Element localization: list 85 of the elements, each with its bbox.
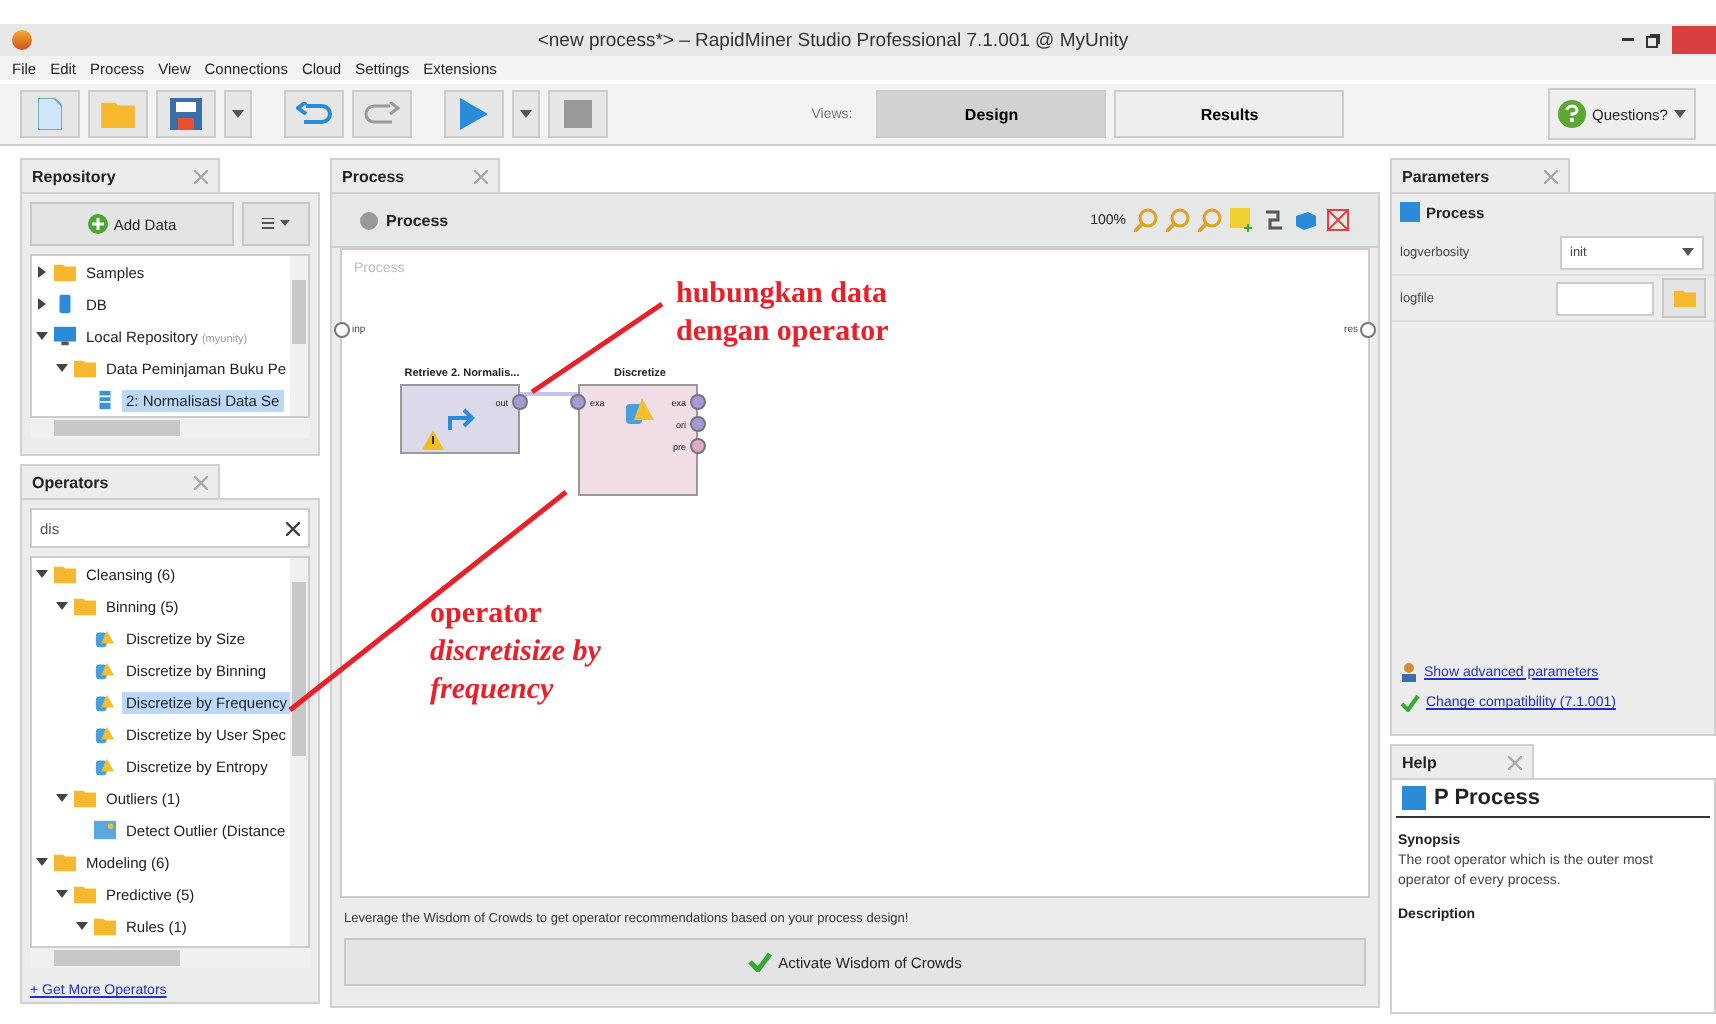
data-icon: [94, 390, 116, 410]
panel-tab[interactable]: Parameters: [1390, 158, 1570, 192]
collapse-arrow-icon[interactable]: [56, 600, 68, 612]
output-port[interactable]: [512, 394, 528, 410]
plus-icon: [87, 214, 108, 234]
redo-icon: [364, 102, 400, 126]
scrollbar[interactable]: [290, 558, 308, 946]
undo-button[interactable]: [284, 90, 344, 138]
connection-line[interactable]: [520, 392, 578, 396]
document-icon: [38, 98, 62, 130]
operator-icon: [94, 628, 116, 648]
folder-icon: [54, 564, 76, 584]
collapse-arrow-icon[interactable]: [36, 330, 48, 342]
restore-icon[interactable]: [1646, 33, 1660, 47]
expand-arrow-icon[interactable]: [36, 298, 48, 310]
folder-icon: [54, 262, 76, 282]
panel-tab[interactable]: Help: [1390, 744, 1534, 778]
save-button[interactable]: [156, 90, 216, 138]
collapse-arrow-icon[interactable]: [56, 362, 68, 374]
caret-icon: [1673, 110, 1686, 118]
annotation-text: hubungkan data dengan operator: [676, 276, 889, 351]
process-icon: [360, 211, 378, 229]
view-tab[interactable]: Results: [1114, 90, 1345, 138]
folder-icon: [74, 358, 96, 378]
caret-icon: [232, 110, 244, 118]
note-icon[interactable]: [1230, 208, 1254, 232]
panel-tab[interactable]: Operators: [20, 464, 220, 498]
dropdown-button[interactable]: [512, 90, 540, 138]
operator-icon: [94, 756, 116, 776]
help-title: P Process: [1434, 786, 1541, 810]
annotation-text: operator discretisize by frequency: [430, 596, 601, 709]
cube-icon[interactable]: [1294, 208, 1318, 232]
run-button[interactable]: [444, 90, 504, 138]
caret-icon: [520, 110, 532, 118]
monitor-icon: [54, 326, 76, 346]
collapse-arrow-icon[interactable]: [76, 920, 88, 932]
expand-arrow-icon[interactable]: [36, 266, 48, 278]
dropdown-button[interactable]: [224, 90, 252, 138]
leader-line: [530, 301, 664, 395]
clear-icon[interactable]: [286, 521, 300, 535]
operator-icon: [94, 724, 116, 744]
outlier-icon: [94, 820, 116, 840]
folder-icon: [74, 788, 96, 808]
collapse-arrow-icon[interactable]: [36, 568, 48, 580]
check-icon: [748, 952, 773, 972]
retrieve-icon: [446, 404, 478, 432]
process-icon: [1402, 786, 1426, 810]
play-icon: [460, 98, 488, 130]
scrollbar[interactable]: [30, 948, 310, 968]
folder-icon: [54, 852, 76, 872]
person-icon: [1400, 662, 1418, 682]
breadcrumb[interactable]: Process: [386, 211, 449, 229]
window-title: <new process*> – RapidMiner Studio Professional 7.1.001 @ MyUnity: [535, 29, 1131, 51]
panel-tab[interactable]: Repository: [20, 158, 220, 192]
output-port[interactable]: [1360, 322, 1376, 338]
caret-icon: [1682, 248, 1694, 256]
collapse-arrow-icon[interactable]: [56, 792, 68, 804]
panel-tab[interactable]: Process: [330, 158, 500, 192]
input-port[interactable]: [570, 394, 586, 410]
check-icon: [1400, 694, 1420, 712]
menu-icon: [262, 218, 290, 230]
undo-icon: [296, 102, 332, 126]
operator-icon: [94, 692, 116, 712]
collapse-arrow-icon[interactable]: [56, 888, 68, 900]
help-icon: [1558, 100, 1587, 128]
folder-icon: [74, 884, 96, 904]
folder-icon: [74, 596, 96, 616]
process-icon: [1400, 202, 1420, 222]
menu-button[interactable]: [242, 202, 310, 246]
database-icon: [54, 294, 76, 314]
scrollbar[interactable]: [290, 256, 308, 416]
app-icon: [12, 30, 32, 50]
folder-icon: [100, 100, 136, 128]
minimize-icon[interactable]: [1622, 38, 1634, 42]
stop-icon: [564, 100, 592, 128]
view-tab[interactable]: Design: [876, 90, 1107, 138]
parameter-field[interactable]: [1556, 281, 1655, 315]
folder-icon: [1673, 288, 1696, 308]
collapse-arrow-icon[interactable]: [36, 856, 48, 868]
redo-button[interactable]: [352, 90, 412, 138]
operator-icon: [624, 396, 656, 424]
input-port[interactable]: [334, 322, 350, 338]
folder-icon: [94, 916, 116, 936]
scrollbar[interactable]: [30, 418, 310, 438]
operator-icon: [94, 660, 116, 680]
